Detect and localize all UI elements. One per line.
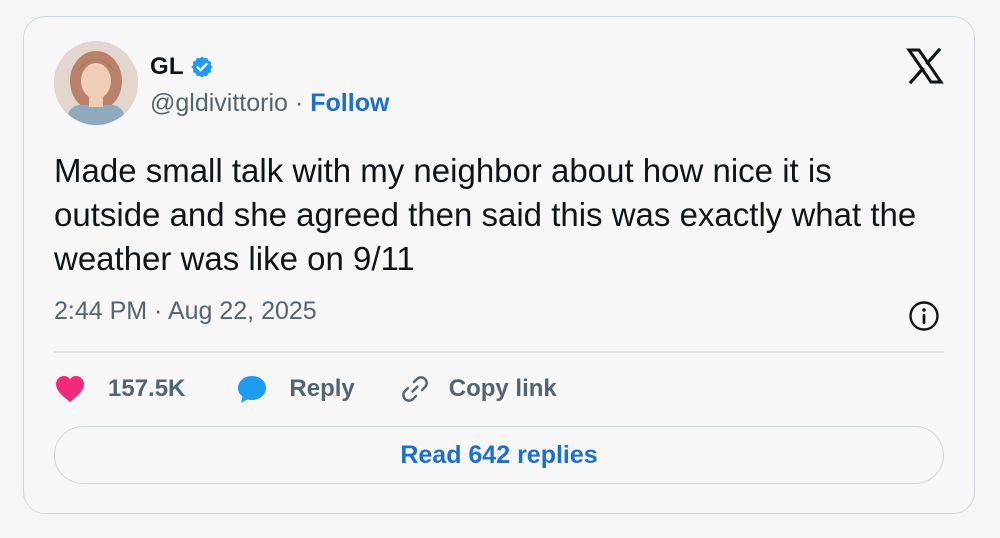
action-bar: 157.5K Reply Copy link bbox=[54, 373, 557, 405]
link-icon bbox=[399, 373, 431, 405]
reply-label: Reply bbox=[289, 375, 355, 402]
author-handle[interactable]: @gldivittorio bbox=[150, 89, 288, 118]
read-replies-button[interactable]: Read 642 replies bbox=[54, 426, 944, 484]
avatar[interactable] bbox=[54, 41, 138, 125]
verified-badge-icon bbox=[190, 55, 214, 79]
tweet-text: Made small talk with my neighbor about h… bbox=[54, 152, 917, 277]
copy-link-label: Copy link bbox=[448, 375, 557, 402]
divider bbox=[54, 351, 944, 353]
copy-link-button[interactable]: Copy link bbox=[399, 373, 557, 405]
x-logo-icon[interactable] bbox=[906, 47, 944, 85]
heart-icon bbox=[54, 374, 86, 404]
author-name[interactable]: GL bbox=[150, 53, 184, 81]
tweet-card: GL @gldivittorio · Follow Made small tal… bbox=[23, 16, 975, 514]
info-icon[interactable] bbox=[908, 300, 940, 332]
author-name-row: GL bbox=[150, 53, 214, 81]
like-button[interactable]: 157.5K bbox=[54, 374, 185, 404]
follow-button[interactable]: Follow bbox=[310, 89, 389, 118]
separator-dot: · bbox=[294, 89, 304, 117]
like-count: 157.5K bbox=[108, 375, 186, 402]
read-replies-label: Read 642 replies bbox=[400, 440, 598, 469]
reply-icon bbox=[235, 373, 269, 405]
tweet-timestamp[interactable]: 2:44 PM · Aug 22, 2025 bbox=[54, 297, 317, 326]
author-handle-row: @gldivittorio · Follow bbox=[150, 89, 389, 118]
reply-button[interactable]: Reply bbox=[235, 373, 355, 405]
